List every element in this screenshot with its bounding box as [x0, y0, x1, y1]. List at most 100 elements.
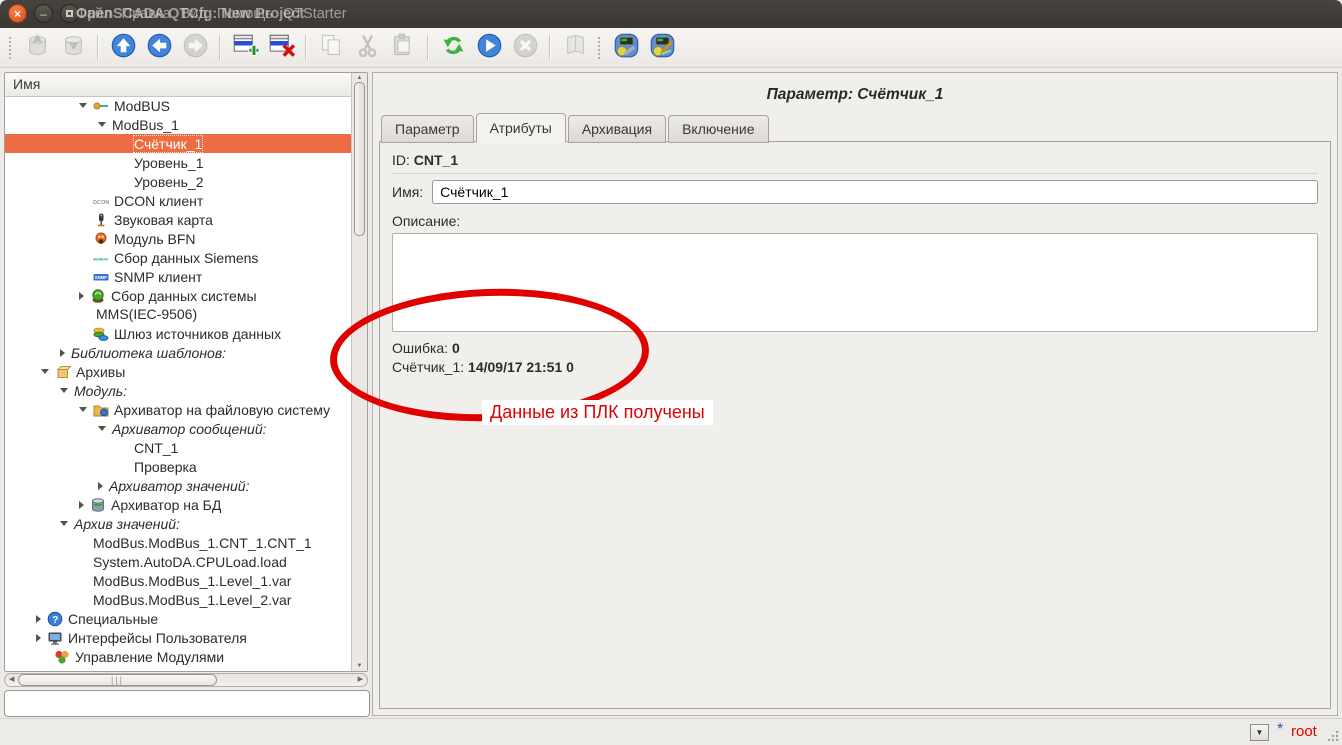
tree-item-label: ModBus_1	[112, 117, 179, 133]
tab-bar: ПараметрАтрибутыАрхивацияВключение	[381, 113, 771, 142]
tree-item[interactable]: Архив значений:	[5, 514, 352, 533]
tree-item[interactable]: CNT_1	[5, 438, 352, 457]
tree-item[interactable]: Управление Модулями	[5, 647, 352, 666]
tree-item[interactable]: Архиватор значений:	[5, 476, 352, 495]
tree-item[interactable]: Модуль BFN	[5, 229, 352, 248]
tree-item[interactable]: Уровень_2	[5, 172, 352, 191]
tree-item-label: Уровень_2	[134, 174, 204, 190]
paste-button[interactable]	[387, 32, 419, 64]
tree-filter-input[interactable]	[4, 690, 370, 717]
gateway-icon	[93, 326, 109, 342]
tree-item[interactable]: ModBus.ModBus_1.Level_2.var	[5, 590, 352, 609]
go-back-button[interactable]	[143, 32, 175, 64]
table-delete-icon	[268, 32, 295, 64]
name-input[interactable]	[432, 180, 1318, 204]
save-to-db-button[interactable]	[57, 32, 89, 64]
tree-item-label: ModBus.ModBus_1.Level_1.var	[93, 573, 291, 589]
tree-item-label: ModBus.ModBus_1.CNT_1.CNT_1	[93, 535, 312, 551]
resize-grip[interactable]	[1326, 729, 1340, 743]
tree-item-label: Архиватор значений:	[109, 478, 249, 494]
tree-item-label: Интерфейсы Пользователя	[68, 630, 247, 646]
expander-open-icon[interactable]	[60, 521, 68, 526]
scroll-left-icon[interactable]: ◀	[9, 674, 14, 686]
toolbar-separator	[427, 35, 429, 60]
tree-item[interactable]: Сбор данных системыMMS(IEC-9506)	[5, 286, 352, 324]
tree-vertical-scrollbar[interactable]: ▲ ▼	[351, 73, 367, 671]
tree-item[interactable]: Архиватор на БД	[5, 495, 352, 514]
tab-content: ID: CNT_1 Имя: Описание: Ошибка: 0 Счётч…	[379, 141, 1331, 709]
tree-item[interactable]: Уровень_1	[5, 153, 352, 172]
tree-item[interactable]: SNMPSNMP клиент	[5, 267, 352, 286]
toolbar-handle[interactable]	[9, 37, 14, 59]
tree-item[interactable]: Архиватор на файловую систему	[5, 400, 352, 419]
description-label: Описание:	[392, 213, 1318, 231]
tab-параметр[interactable]: Параметр	[381, 115, 474, 143]
scrollbar-thumb[interactable]	[354, 82, 365, 236]
scroll-up-icon[interactable]: ▲	[352, 75, 367, 81]
tree-item[interactable]: ModBus.ModBus_1.Level_1.var	[5, 571, 352, 590]
tree-item[interactable]: Библиотека шаблонов:	[5, 343, 352, 362]
scroll-down-icon[interactable]: ▼	[352, 663, 367, 669]
refresh-button[interactable]	[437, 32, 469, 64]
expander-open-icon[interactable]	[98, 122, 106, 127]
copy-button[interactable]	[315, 32, 347, 64]
tab-архивация[interactable]: Архивация	[568, 115, 666, 143]
scrollbar-thumb[interactable]: |||	[18, 674, 217, 686]
titlebar: × – ФайлПравкаВидПомощьQTStarter OpenSCA…	[0, 0, 1342, 28]
bfn-icon	[93, 231, 109, 247]
expander-closed-icon[interactable]	[36, 615, 41, 623]
tree-item[interactable]: Архивы	[5, 362, 352, 381]
manual-button[interactable]	[559, 32, 591, 64]
cut-button[interactable]	[351, 32, 383, 64]
tree-item[interactable]: ModBus_1	[5, 115, 352, 134]
tree-item[interactable]: Архиватор сообщений:	[5, 419, 352, 438]
expander-closed-icon[interactable]	[79, 501, 84, 509]
vision-button[interactable]	[646, 32, 678, 64]
expander-closed-icon[interactable]	[60, 349, 65, 357]
status-dropdown-button[interactable]: ▼	[1250, 724, 1269, 741]
tree-item[interactable]: ModBus.ModBus_1.CNT_1.CNT_1	[5, 533, 352, 552]
tab-атрибуты[interactable]: Атрибуты	[476, 113, 566, 143]
current-user: root	[1291, 723, 1317, 740]
tree-item[interactable]: Интерфейсы Пользователя	[5, 628, 352, 647]
start-button[interactable]	[473, 32, 505, 64]
tree-item[interactable]: Шлюз источников данных	[5, 324, 352, 343]
load-from-db-button[interactable]	[21, 32, 53, 64]
tree-item-label: Архиватор сообщений:	[112, 421, 267, 437]
tree-item-label: System.AutoDA.CPULoad.load	[93, 554, 287, 570]
scroll-right-icon[interactable]: ▶	[358, 674, 363, 686]
tree-horizontal-scrollbar[interactable]: ◀ ||| ▶	[4, 673, 368, 687]
expander-open-icon[interactable]	[60, 388, 68, 393]
description-textarea[interactable]	[392, 233, 1318, 332]
tree-item[interactable]: ModBUS	[5, 96, 352, 115]
expander-open-icon[interactable]	[98, 426, 106, 431]
toolbar-handle[interactable]	[598, 37, 603, 59]
expander-open-icon[interactable]	[79, 407, 87, 412]
tree-item[interactable]: Проверка	[5, 457, 352, 476]
item-add-button[interactable]	[229, 32, 261, 64]
tree-column-header[interactable]: Имя	[5, 73, 367, 97]
tree-item[interactable]: Счётчик_1	[5, 134, 352, 153]
tree-item[interactable]: SIEMENSСбор данных Siemens	[5, 248, 352, 267]
expander-open-icon[interactable]	[79, 103, 87, 108]
expander-closed-icon[interactable]	[36, 634, 41, 642]
go-forward-button[interactable]	[179, 32, 211, 64]
go-up-button[interactable]	[107, 32, 139, 64]
error-value: 0	[452, 340, 460, 356]
expander-closed-icon[interactable]	[79, 292, 84, 300]
tree-item[interactable]: ?Специальные	[5, 609, 352, 628]
qtcfg-button[interactable]	[610, 32, 642, 64]
stop-button[interactable]	[509, 32, 541, 64]
tree-item[interactable]: DCONDCON клиент	[5, 191, 352, 210]
tree-item[interactable]: System.AutoDA.CPULoad.load	[5, 552, 352, 571]
toolbar-separator	[97, 35, 99, 60]
expander-open-icon[interactable]	[41, 369, 49, 374]
window-close-button[interactable]: ×	[8, 4, 27, 23]
expander-closed-icon[interactable]	[98, 482, 103, 490]
id-row: ID: CNT_1	[392, 142, 1318, 174]
tab-включение[interactable]: Включение	[668, 115, 768, 143]
window-minimize-button[interactable]: –	[34, 4, 53, 23]
item-delete-button[interactable]	[265, 32, 297, 64]
tree-item[interactable]: Звуковая карта	[5, 210, 352, 229]
tree-item[interactable]: Модуль:	[5, 381, 352, 400]
